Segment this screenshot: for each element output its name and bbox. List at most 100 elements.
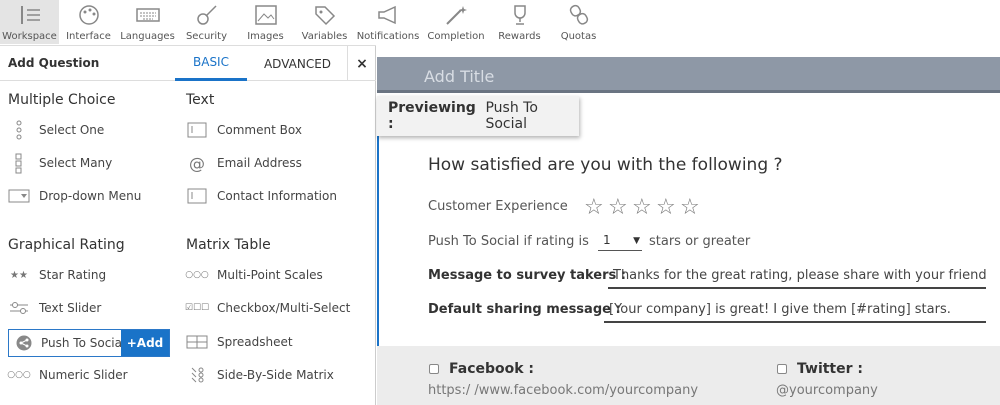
slider-icon bbox=[8, 300, 30, 316]
trophy-icon bbox=[507, 3, 533, 27]
image-icon bbox=[253, 3, 279, 27]
message-label: Message to survey takers : bbox=[428, 268, 626, 283]
checkbox-row-icon: ☑☐☐ bbox=[184, 303, 210, 313]
keyboard-icon bbox=[135, 3, 161, 27]
item-label: Select One bbox=[39, 123, 105, 137]
stars-or-greater-label: stars or greater bbox=[649, 234, 751, 249]
workspace-icon bbox=[17, 3, 43, 27]
item-label: Star Rating bbox=[39, 268, 107, 282]
item-spreadsheet[interactable]: Spreadsheet bbox=[186, 331, 293, 353]
palette-icon bbox=[76, 3, 102, 27]
section-multiple-choice: Multiple Choice bbox=[8, 92, 116, 108]
stars-icon: ★★ bbox=[10, 269, 28, 281]
badge-value: Push To Social bbox=[485, 100, 538, 132]
toolbar-label: Workspace bbox=[2, 31, 57, 42]
default-message-input[interactable]: [Your company] is great! I give them [#r… bbox=[604, 298, 986, 323]
item-label: Select Many bbox=[39, 156, 113, 170]
star-rating[interactable]: ☆ ☆ ☆ ☆ ☆ bbox=[584, 195, 704, 220]
item-label: Side-By-Side Matrix bbox=[217, 368, 334, 382]
star-icon[interactable]: ☆ bbox=[584, 195, 608, 220]
panel-title: Add Question bbox=[8, 56, 100, 70]
textbox-icon bbox=[186, 122, 208, 138]
star-icon[interactable]: ☆ bbox=[680, 195, 704, 220]
toolbar-label: Notifications bbox=[356, 31, 420, 42]
star-icon[interactable]: ☆ bbox=[608, 195, 632, 220]
megaphone-icon bbox=[375, 3, 401, 27]
default-message-label: Default sharing message : bbox=[428, 302, 621, 317]
tab-basic[interactable]: BASIC bbox=[175, 46, 247, 81]
tab-advanced[interactable]: ADVANCED bbox=[250, 46, 345, 81]
twitter-label: Twitter : bbox=[797, 361, 864, 377]
toolbar-languages[interactable]: Languages bbox=[118, 0, 177, 44]
grid-icon bbox=[186, 335, 208, 349]
add-button[interactable]: +Add bbox=[121, 330, 169, 356]
toolbar-quotas[interactable]: Quotas bbox=[549, 0, 608, 44]
matrix-icon bbox=[186, 366, 208, 384]
item-side-by-side[interactable]: Side-By-Side Matrix bbox=[186, 364, 334, 386]
previewing-badge: Previewing : Push To Social bbox=[377, 96, 579, 136]
toolbar-label: Quotas bbox=[560, 31, 597, 42]
title-placeholder: Add Title bbox=[424, 67, 495, 86]
guitar-icon bbox=[194, 3, 220, 27]
customer-experience-label: Customer Experience bbox=[428, 199, 568, 214]
toolbar-label: Completion bbox=[427, 31, 485, 42]
toolbar-label: Interface bbox=[66, 31, 111, 42]
toolbar-workspace[interactable]: Workspace bbox=[0, 0, 59, 44]
item-label: Push To Social bbox=[41, 336, 126, 350]
facebook-checkbox[interactable] bbox=[429, 364, 439, 374]
push-if-label: Push To Social if rating is bbox=[428, 234, 589, 249]
chain-icon bbox=[566, 3, 592, 27]
magic-wand-icon bbox=[443, 3, 469, 27]
item-select-one[interactable]: Select One bbox=[8, 119, 104, 141]
dots-icon: ○○○ bbox=[185, 270, 209, 280]
toolbar-variables[interactable]: Variables bbox=[295, 0, 354, 44]
star-icon[interactable]: ☆ bbox=[632, 195, 656, 220]
chevron-down-icon: ▼ bbox=[633, 236, 640, 246]
twitter-handle: @yourcompany bbox=[776, 383, 878, 398]
item-label: Spreadsheet bbox=[217, 335, 293, 349]
item-label: Checkbox/Multi-Select bbox=[217, 301, 351, 315]
item-checkbox-multi[interactable]: ☑☐☐ Checkbox/Multi-Select bbox=[184, 297, 351, 319]
item-star-rating[interactable]: ★★ Star Rating bbox=[8, 264, 106, 286]
rating-threshold-select[interactable]: 1 ▼ bbox=[598, 233, 642, 251]
toolbar-label: Security bbox=[185, 31, 228, 42]
facebook-url: https:/ /www.facebook.com/yourcompany bbox=[428, 383, 699, 398]
select-value: 1 bbox=[603, 233, 611, 247]
close-button[interactable]: × bbox=[347, 46, 376, 81]
dropdown-icon bbox=[8, 189, 30, 203]
section-matrix-table: Matrix Table bbox=[186, 237, 271, 253]
item-dropdown[interactable]: Drop-down Menu bbox=[8, 185, 141, 207]
tag-icon bbox=[312, 3, 338, 27]
item-label: Text Slider bbox=[39, 301, 102, 315]
message-input[interactable]: Thanks for the great rating, please shar… bbox=[608, 264, 986, 289]
toolbar-images[interactable]: Images bbox=[236, 0, 295, 44]
textbox-icon bbox=[186, 188, 208, 204]
facebook-label: Facebook : bbox=[449, 361, 535, 377]
toolbar-notifications[interactable]: Notifications bbox=[354, 0, 422, 44]
item-text-slider[interactable]: Text Slider bbox=[8, 297, 101, 319]
item-comment-box[interactable]: Comment Box bbox=[186, 119, 302, 141]
item-email[interactable]: @ Email Address bbox=[186, 152, 302, 174]
toolbar-label: Rewards bbox=[498, 31, 541, 42]
item-label: Email Address bbox=[217, 156, 302, 170]
toolbar-rewards[interactable]: Rewards bbox=[490, 0, 549, 44]
add-question-panel: Add Question BASIC ADVANCED × Multiple C… bbox=[0, 45, 376, 405]
item-multi-point[interactable]: ○○○ Multi-Point Scales bbox=[185, 264, 323, 286]
item-push-to-social[interactable]: Push To Social +Add bbox=[8, 329, 170, 357]
item-label: Numeric Slider bbox=[39, 368, 128, 382]
toolbar-completion[interactable]: Completion bbox=[422, 0, 490, 44]
question-title[interactable]: How satisfied are you with the following… bbox=[428, 155, 783, 175]
top-toolbar: Workspace Interface Languages Security I… bbox=[0, 0, 1000, 44]
item-numeric-slider[interactable]: ○○○ Numeric Slider bbox=[7, 364, 128, 386]
section-text: Text bbox=[186, 92, 215, 108]
twitter-checkbox[interactable] bbox=[777, 364, 787, 374]
toolbar-security[interactable]: Security bbox=[177, 0, 236, 44]
star-icon[interactable]: ☆ bbox=[656, 195, 680, 220]
item-select-many[interactable]: Select Many bbox=[8, 152, 112, 174]
survey-title-bar[interactable]: Add Title bbox=[377, 57, 1000, 93]
toolbar-label: Images bbox=[247, 31, 284, 42]
item-contact[interactable]: Contact Information bbox=[186, 185, 337, 207]
item-label: Comment Box bbox=[217, 123, 302, 137]
toolbar-interface[interactable]: Interface bbox=[59, 0, 118, 44]
share-icon bbox=[13, 335, 35, 351]
